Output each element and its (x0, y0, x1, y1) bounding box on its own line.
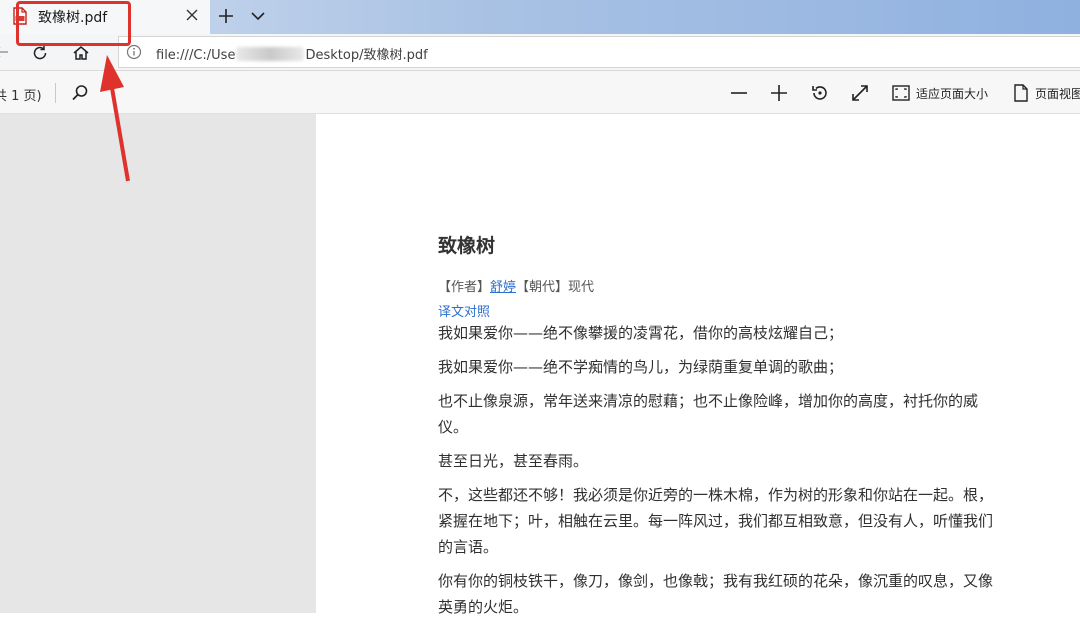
dynasty-label: 【朝代】 (516, 280, 569, 295)
page-view-icon (1014, 84, 1028, 102)
poem-line: 我如果爱你——绝不像攀援的凌霄花，借你的高枝炫耀自己； (438, 324, 844, 342)
poem-line: 不，这些都还不够！我必须是你近旁的一株木棉，作为树的形象和你站在一起。根，紧握在… (438, 486, 994, 556)
poem-line: 你有你的铜枝铁干，像刀，像剑，也像戟；我有我红硕的花朵，像沉重的叹息，又像英勇的… (438, 572, 994, 616)
page-count: 共 1 页) (0, 89, 42, 104)
poem-line: 我如果爱你——绝不学痴情的鸟儿，为绿荫重复单调的歌曲； (438, 358, 844, 376)
address-bar[interactable]: file:///C:/Use Desktop/致橡树.pdf (118, 36, 1080, 68)
poem-title: 致橡树 (438, 235, 496, 257)
search-icon[interactable] (70, 83, 90, 103)
chevron-down-icon[interactable] (248, 6, 268, 26)
translation-link[interactable]: 译文对照 (438, 301, 490, 320)
url-text[interactable]: file:///C:/Use Desktop/致橡树.pdf (156, 44, 428, 63)
url-suffix: Desktop/致橡树.pdf (305, 48, 428, 63)
navigation-bar: file:///C:/Use Desktop/致橡树.pdf (0, 34, 1080, 71)
rotate-icon[interactable] (810, 83, 830, 103)
poem-line: 甚至日光，甚至春雨。 (438, 452, 589, 470)
home-icon[interactable] (71, 43, 91, 63)
document-viewer[interactable]: 致橡树 【作者】舒婷【朝代】现代 译文对照 我如果爱你——绝不像攀援的凌霄花，借… (0, 114, 1080, 634)
tab-strip: 致橡树.pdf (0, 0, 1080, 34)
new-tab-icon[interactable] (216, 6, 236, 26)
fit-page-label: 适应页面大小 (916, 86, 989, 101)
annotation-highlight-box (16, 1, 131, 46)
fit-page-button[interactable]: 适应页面大小 (892, 83, 988, 103)
url-prefix: file:///C:/Use (156, 48, 236, 63)
zoom-out-icon[interactable] (729, 83, 749, 103)
author-prefix: 【作者】 (438, 280, 491, 295)
author-link[interactable]: 舒婷 (490, 280, 516, 295)
poem-meta: 【作者】舒婷【朝代】现代 (438, 276, 594, 295)
poem-line: 也不止像泉源，常年送来清凉的慰藉；也不止像险峰，增加你的高度，衬托你的威仪。 (438, 392, 979, 436)
pdf-toolbar: 共 1 页) 适应页面大小 页面视图 (0, 71, 1080, 114)
zoom-in-icon[interactable] (769, 83, 789, 103)
pdf-page: 致橡树 【作者】舒婷【朝代】现代 译文对照 我如果爱你——绝不像攀援的凌霄花，借… (316, 114, 1080, 634)
fullscreen-icon[interactable] (850, 83, 870, 103)
back-arrow-icon[interactable] (0, 43, 10, 61)
info-icon[interactable] (126, 44, 142, 60)
page-view-button[interactable]: 页面视图 (1013, 83, 1080, 103)
refresh-icon[interactable] (30, 43, 50, 63)
dynasty-value: 现代 (568, 280, 595, 295)
url-redaction (236, 47, 305, 61)
toolbar-divider (55, 83, 56, 103)
page-view-label: 页面视图 (1035, 86, 1080, 101)
fit-page-icon (892, 85, 910, 101)
close-tab-icon[interactable] (183, 6, 201, 24)
poem-body: 我如果爱你——绝不像攀援的凌霄花，借你的高枝炫耀自己； 我如果爱你——绝不学痴情… (438, 320, 1003, 628)
